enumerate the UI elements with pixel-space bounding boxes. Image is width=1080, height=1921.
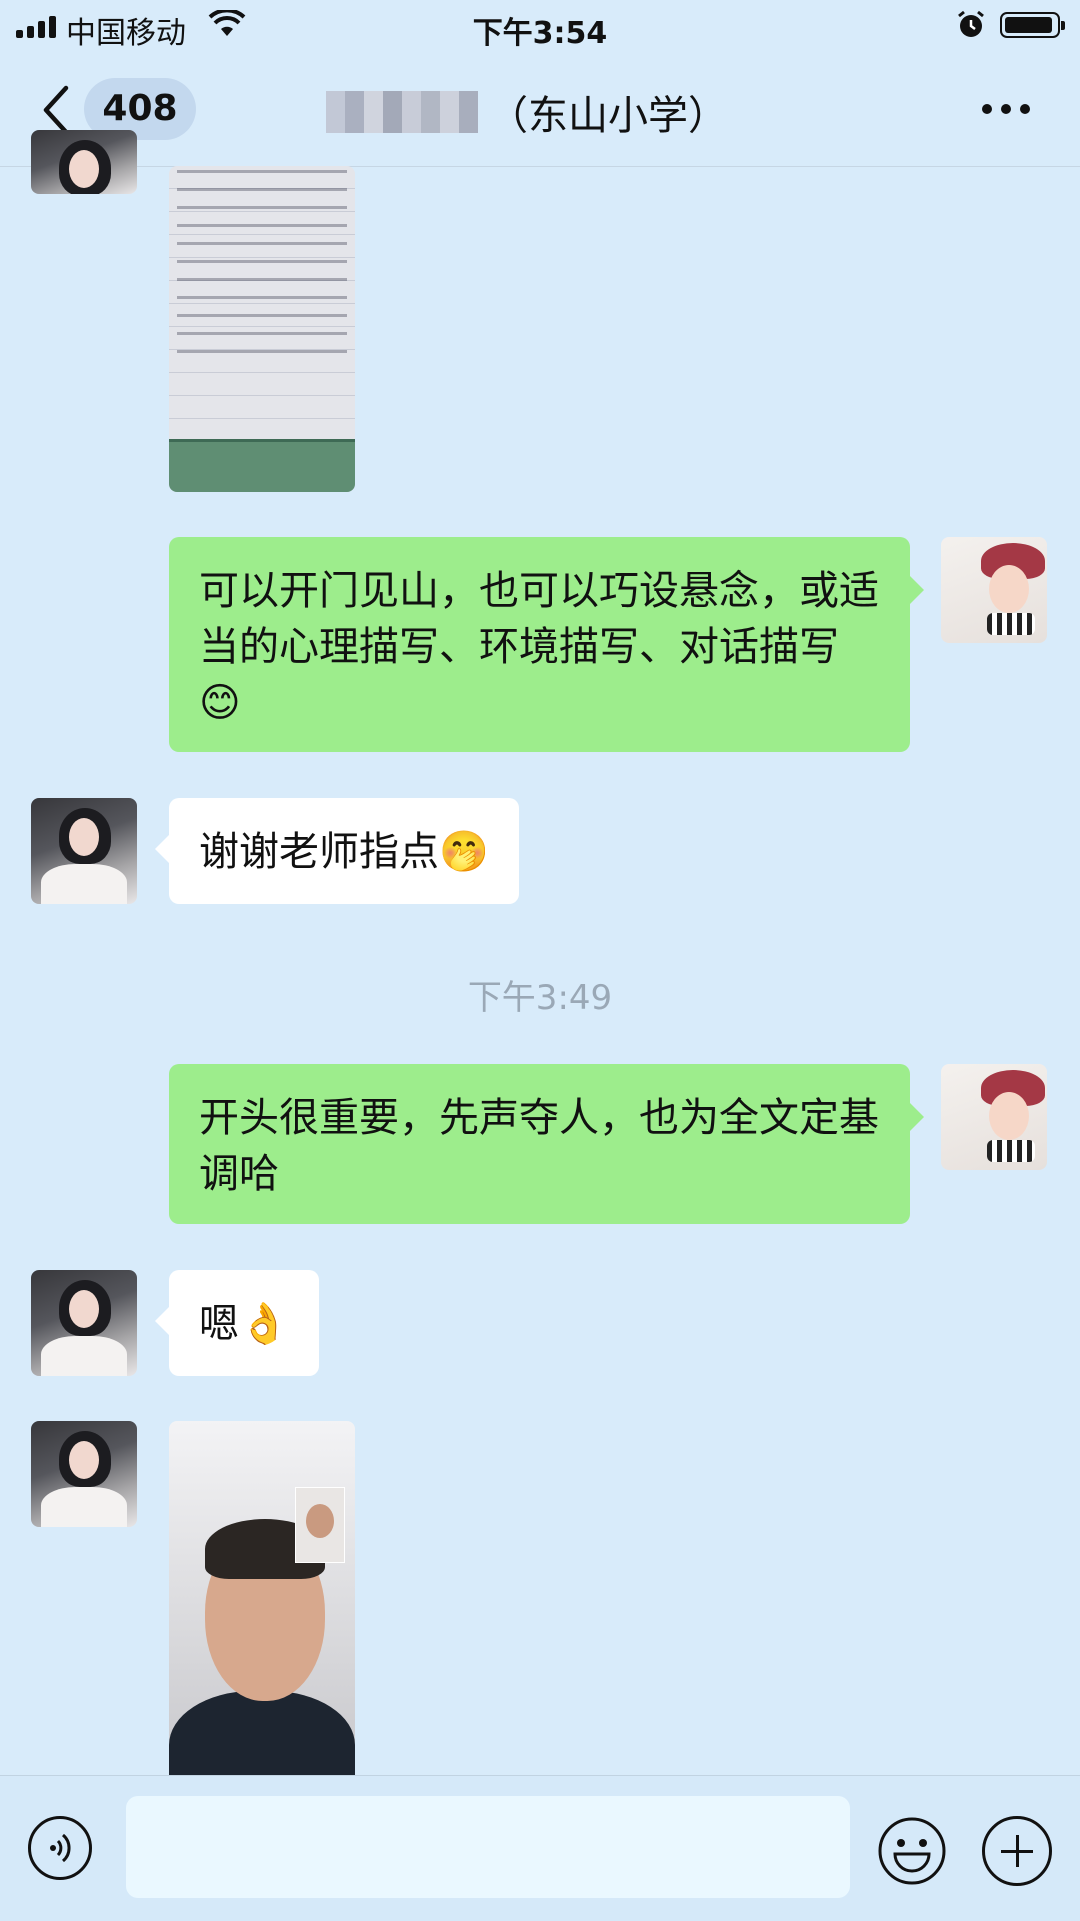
handwritten-note-image[interactable] [169, 166, 355, 492]
chat-timestamp: 下午3:49 [467, 978, 613, 1018]
avatar[interactable] [31, 1270, 137, 1376]
blurred-name [326, 91, 478, 133]
message-text: 谢谢老师指点🤭 [199, 829, 489, 875]
message-text: 可以开门见山，也可以巧设悬念，或适当的心理描写、环境描写、对话描写😊 [199, 568, 879, 726]
message-bubble-received[interactable]: 嗯👌 [155, 1270, 319, 1376]
plus-icon[interactable] [982, 1816, 1052, 1886]
avatar[interactable] [31, 1421, 137, 1527]
chat-title-area: （东山小学） [326, 84, 728, 140]
more-icon[interactable] [982, 104, 1030, 114]
status-bar: 中国移动 下午3:54 [0, 0, 1080, 56]
message-text: 嗯👌 [199, 1301, 289, 1347]
video-call-image[interactable] [169, 1421, 355, 1775]
message-input[interactable] [126, 1796, 850, 1898]
avatar[interactable] [941, 537, 1047, 643]
message-bubble-received[interactable]: 谢谢老师指点🤭 [155, 798, 519, 904]
input-bar [0, 1775, 1080, 1921]
message-bubble-sent[interactable]: 可以开门见山，也可以巧设悬念，或适当的心理描写、环境描写、对话描写😊 [169, 537, 924, 752]
alarm-icon [956, 10, 986, 44]
chat-header: 408 （东山小学） [0, 56, 1080, 167]
avatar[interactable] [31, 130, 137, 194]
pip-thumbnail [295, 1487, 345, 1563]
emoji-icon[interactable] [877, 1816, 947, 1886]
status-time: 下午3:54 [472, 16, 608, 51]
avatar[interactable] [941, 1064, 1047, 1170]
message-bubble-sent[interactable]: 开头很重要，先声夺人，也为全文定基调哈 [169, 1064, 924, 1224]
battery-icon [1000, 12, 1065, 38]
message-text: 开头很重要，先声夺人，也为全文定基调哈 [199, 1095, 879, 1197]
avatar[interactable] [31, 798, 137, 904]
page-title: （东山小学） [488, 93, 728, 139]
voice-icon[interactable] [28, 1816, 92, 1880]
